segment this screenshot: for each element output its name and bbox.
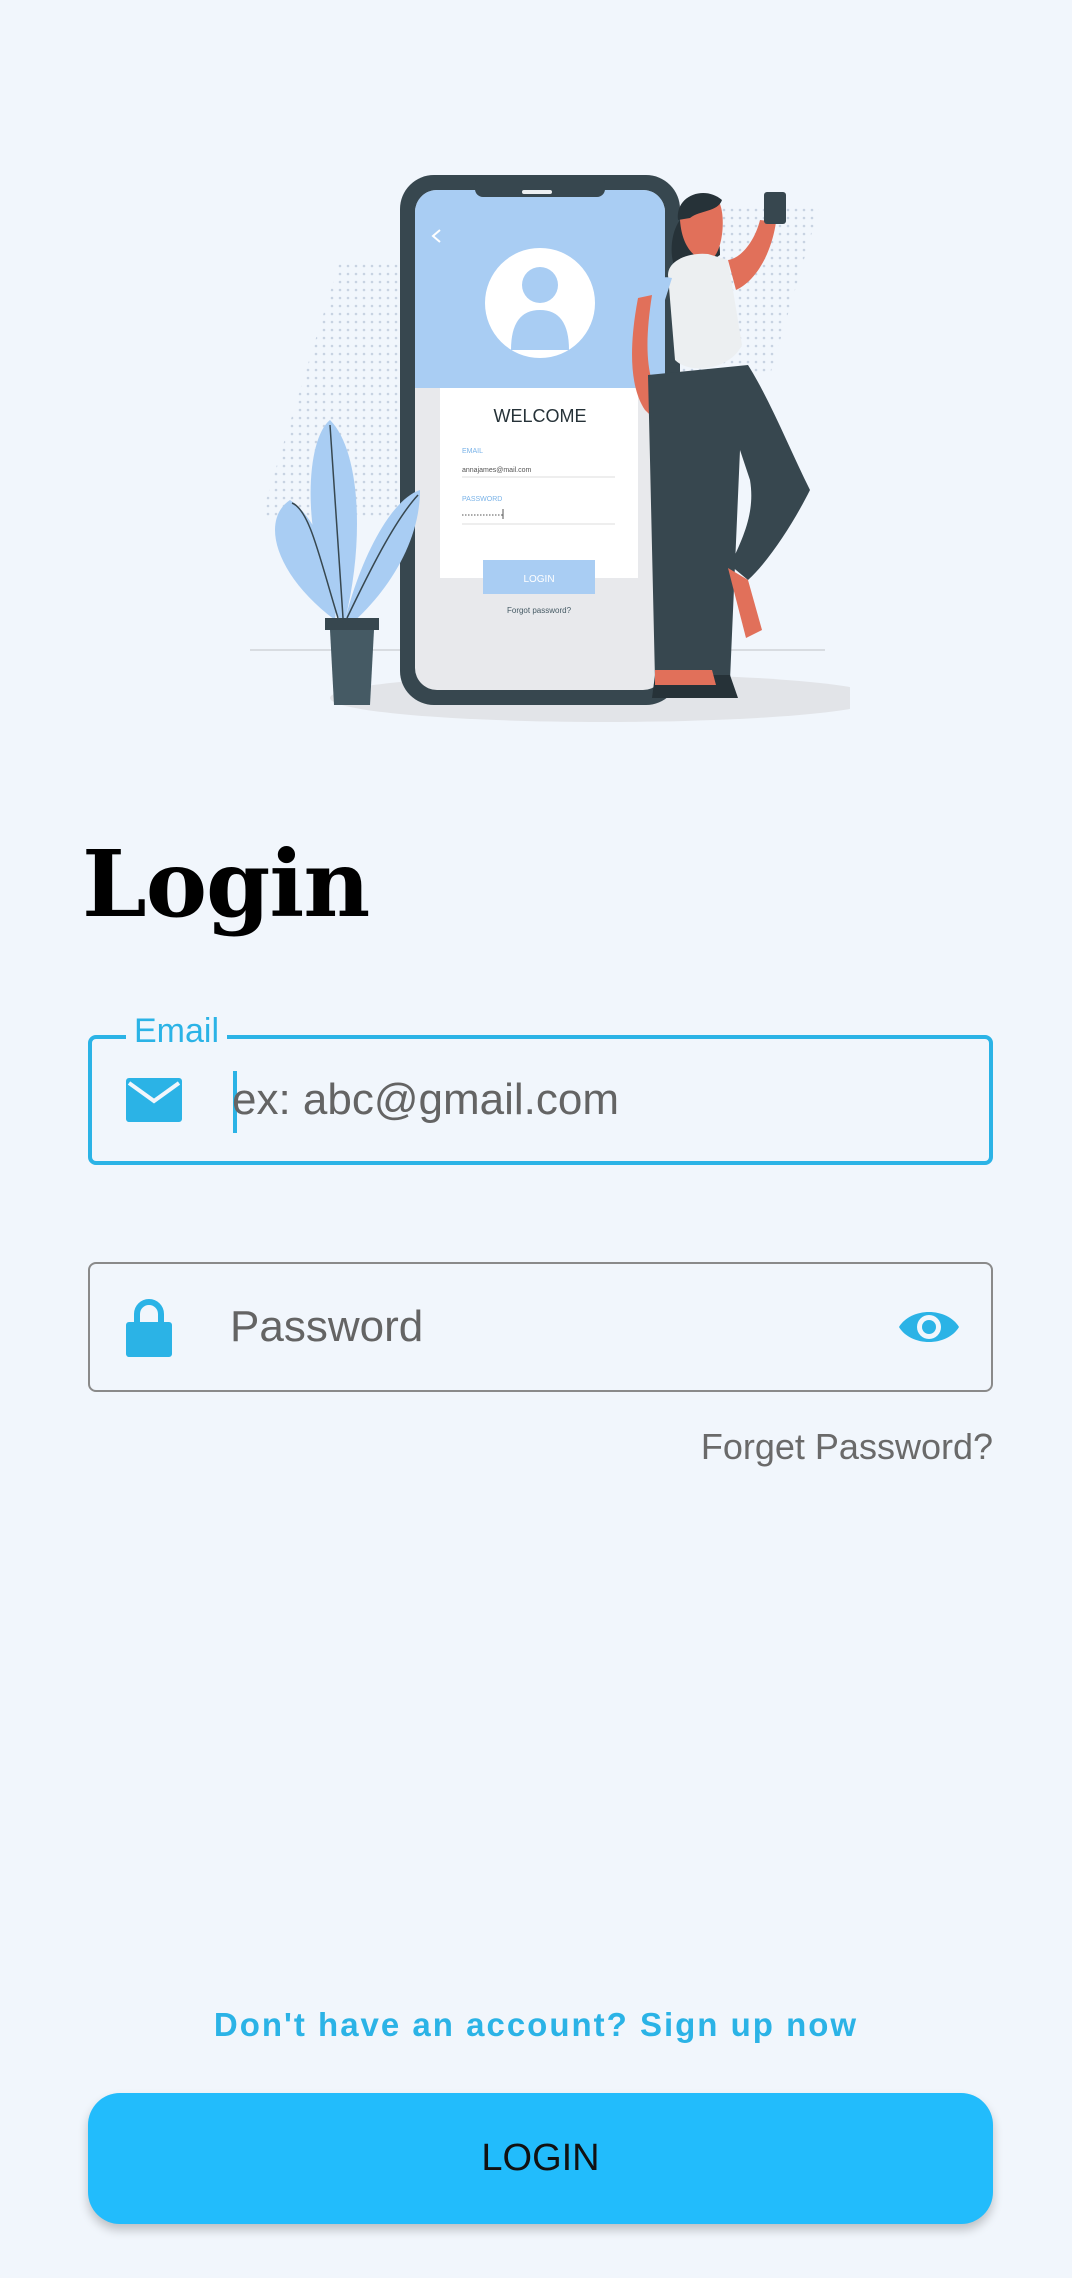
eye-icon[interactable] [897,1305,961,1349]
email-input[interactable] [232,1039,832,1161]
illustration-password-label: PASSWORD [462,496,502,503]
password-field[interactable] [88,1262,993,1392]
illustration-forgot-label: Forgot password? [507,606,572,615]
lock-icon [126,1299,172,1357]
login-button[interactable]: LOGIN [88,2093,993,2224]
forgot-password-link[interactable]: Forget Password? [701,1426,993,1468]
mail-icon [126,1078,182,1122]
email-field[interactable]: Email [88,1009,993,1165]
illustration-login-label: LOGIN [523,574,554,585]
illustration-email-value: annajames@mail.com [462,467,532,474]
page-title: Login [82,830,370,938]
password-input[interactable] [230,1264,830,1390]
phone-login-illustration: WELCOME EMAIL annajames@mail.com PASSWOR… [250,175,850,722]
email-label: Email [126,1009,228,1053]
illustration-welcome: WELCOME [493,406,586,426]
signup-link[interactable]: Don't have an account? Sign up now [0,2006,1072,2044]
illustration-email-label: EMAIL [462,448,483,455]
